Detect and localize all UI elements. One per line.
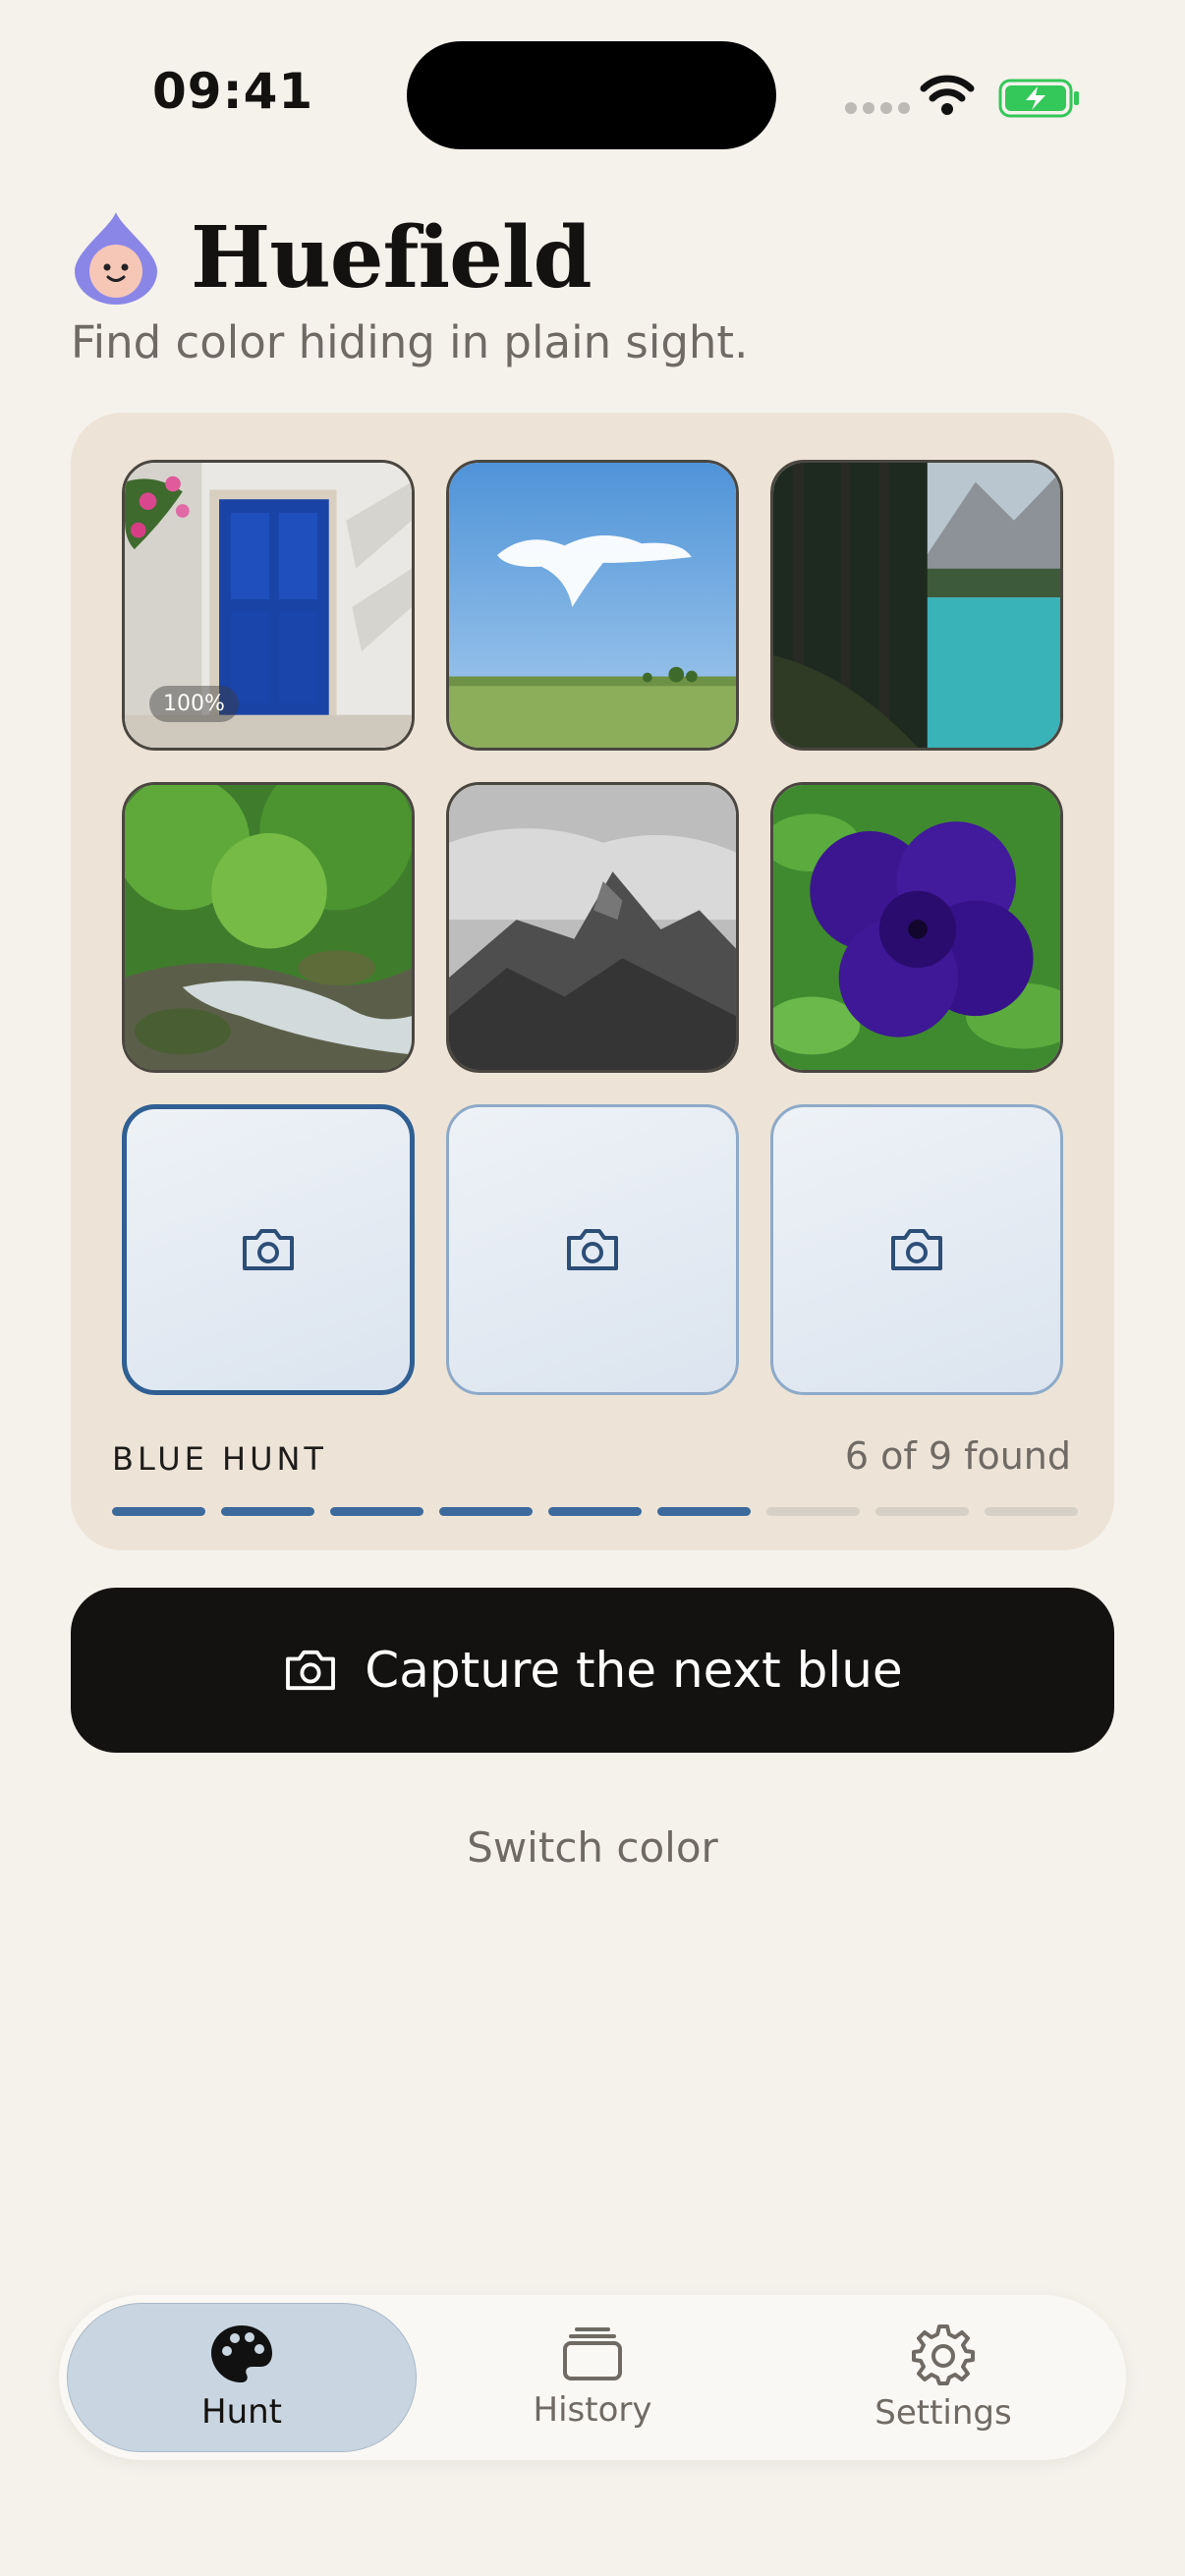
tab-history[interactable]: History <box>418 2303 767 2452</box>
photo-misty-mountain[interactable] <box>446 782 739 1073</box>
match-badge: 100% <box>149 686 239 722</box>
hunt-count: 6 of 9 found <box>844 1434 1071 1478</box>
forest-stream-image <box>125 785 412 1070</box>
switch-color-link[interactable]: Switch color <box>0 1823 1185 1872</box>
capture-label: Capture the next blue <box>365 1642 903 1699</box>
droplet-face-icon <box>75 212 157 305</box>
tab-label: Hunt <box>201 2392 282 2432</box>
wifi-icon <box>920 75 975 115</box>
progress-bar <box>112 1507 1078 1516</box>
sky-field-image <box>449 463 736 748</box>
photo-sky-field[interactable] <box>446 460 739 751</box>
hunt-card <box>71 413 1114 1550</box>
photo-forest-stream[interactable] <box>122 782 415 1073</box>
battery-charging-icon <box>998 79 1079 118</box>
empty-slot[interactable] <box>770 1104 1063 1395</box>
capture-button[interactable]: Capture the next blue <box>71 1588 1114 1753</box>
misty-mountain-image <box>449 785 736 1070</box>
camera-icon <box>891 1229 942 1270</box>
cellular-icon <box>845 102 910 114</box>
camera-icon <box>286 1650 336 1691</box>
progress-segment-empty <box>985 1507 1078 1516</box>
progress-segment-found <box>548 1507 642 1516</box>
forest-lake-image <box>773 463 1060 748</box>
progress-segment-empty <box>766 1507 860 1516</box>
app-subtitle: Find color hiding in plain sight. <box>71 316 749 368</box>
progress-segment-empty <box>875 1507 969 1516</box>
photo-purple-flower[interactable] <box>770 782 1063 1073</box>
progress-segment-found <box>221 1507 314 1516</box>
tab-label: History <box>533 2390 652 2430</box>
purple-flower-image <box>773 785 1060 1070</box>
palette-icon <box>211 2325 272 2382</box>
progress-segment-found <box>439 1507 533 1516</box>
status-time: 09:41 <box>152 63 314 120</box>
camera-icon <box>243 1229 294 1270</box>
tab-label: Settings <box>875 2393 1012 2433</box>
hunt-label: BLUE HUNT <box>112 1440 327 1478</box>
gear-icon <box>912 2324 975 2385</box>
progress-segment-found <box>330 1507 423 1516</box>
dynamic-island <box>407 41 776 149</box>
photo-forest-lake[interactable] <box>770 460 1063 751</box>
empty-slot[interactable] <box>122 1104 415 1395</box>
camera-icon <box>567 1229 618 1270</box>
app-screen: 09:41 Huefield Find color hiding in plai… <box>0 0 1185 2576</box>
stack-icon <box>563 2327 622 2380</box>
app-title: Huefield <box>191 208 592 308</box>
tab-settings[interactable]: Settings <box>768 2303 1118 2452</box>
tab-hunt[interactable]: Hunt <box>67 2303 417 2452</box>
progress-segment-found <box>112 1507 205 1516</box>
status-icons <box>845 69 1091 124</box>
empty-slot[interactable] <box>446 1104 739 1395</box>
progress-segment-found <box>657 1507 751 1516</box>
tab-bar: Hunt History Settings <box>59 2295 1126 2460</box>
